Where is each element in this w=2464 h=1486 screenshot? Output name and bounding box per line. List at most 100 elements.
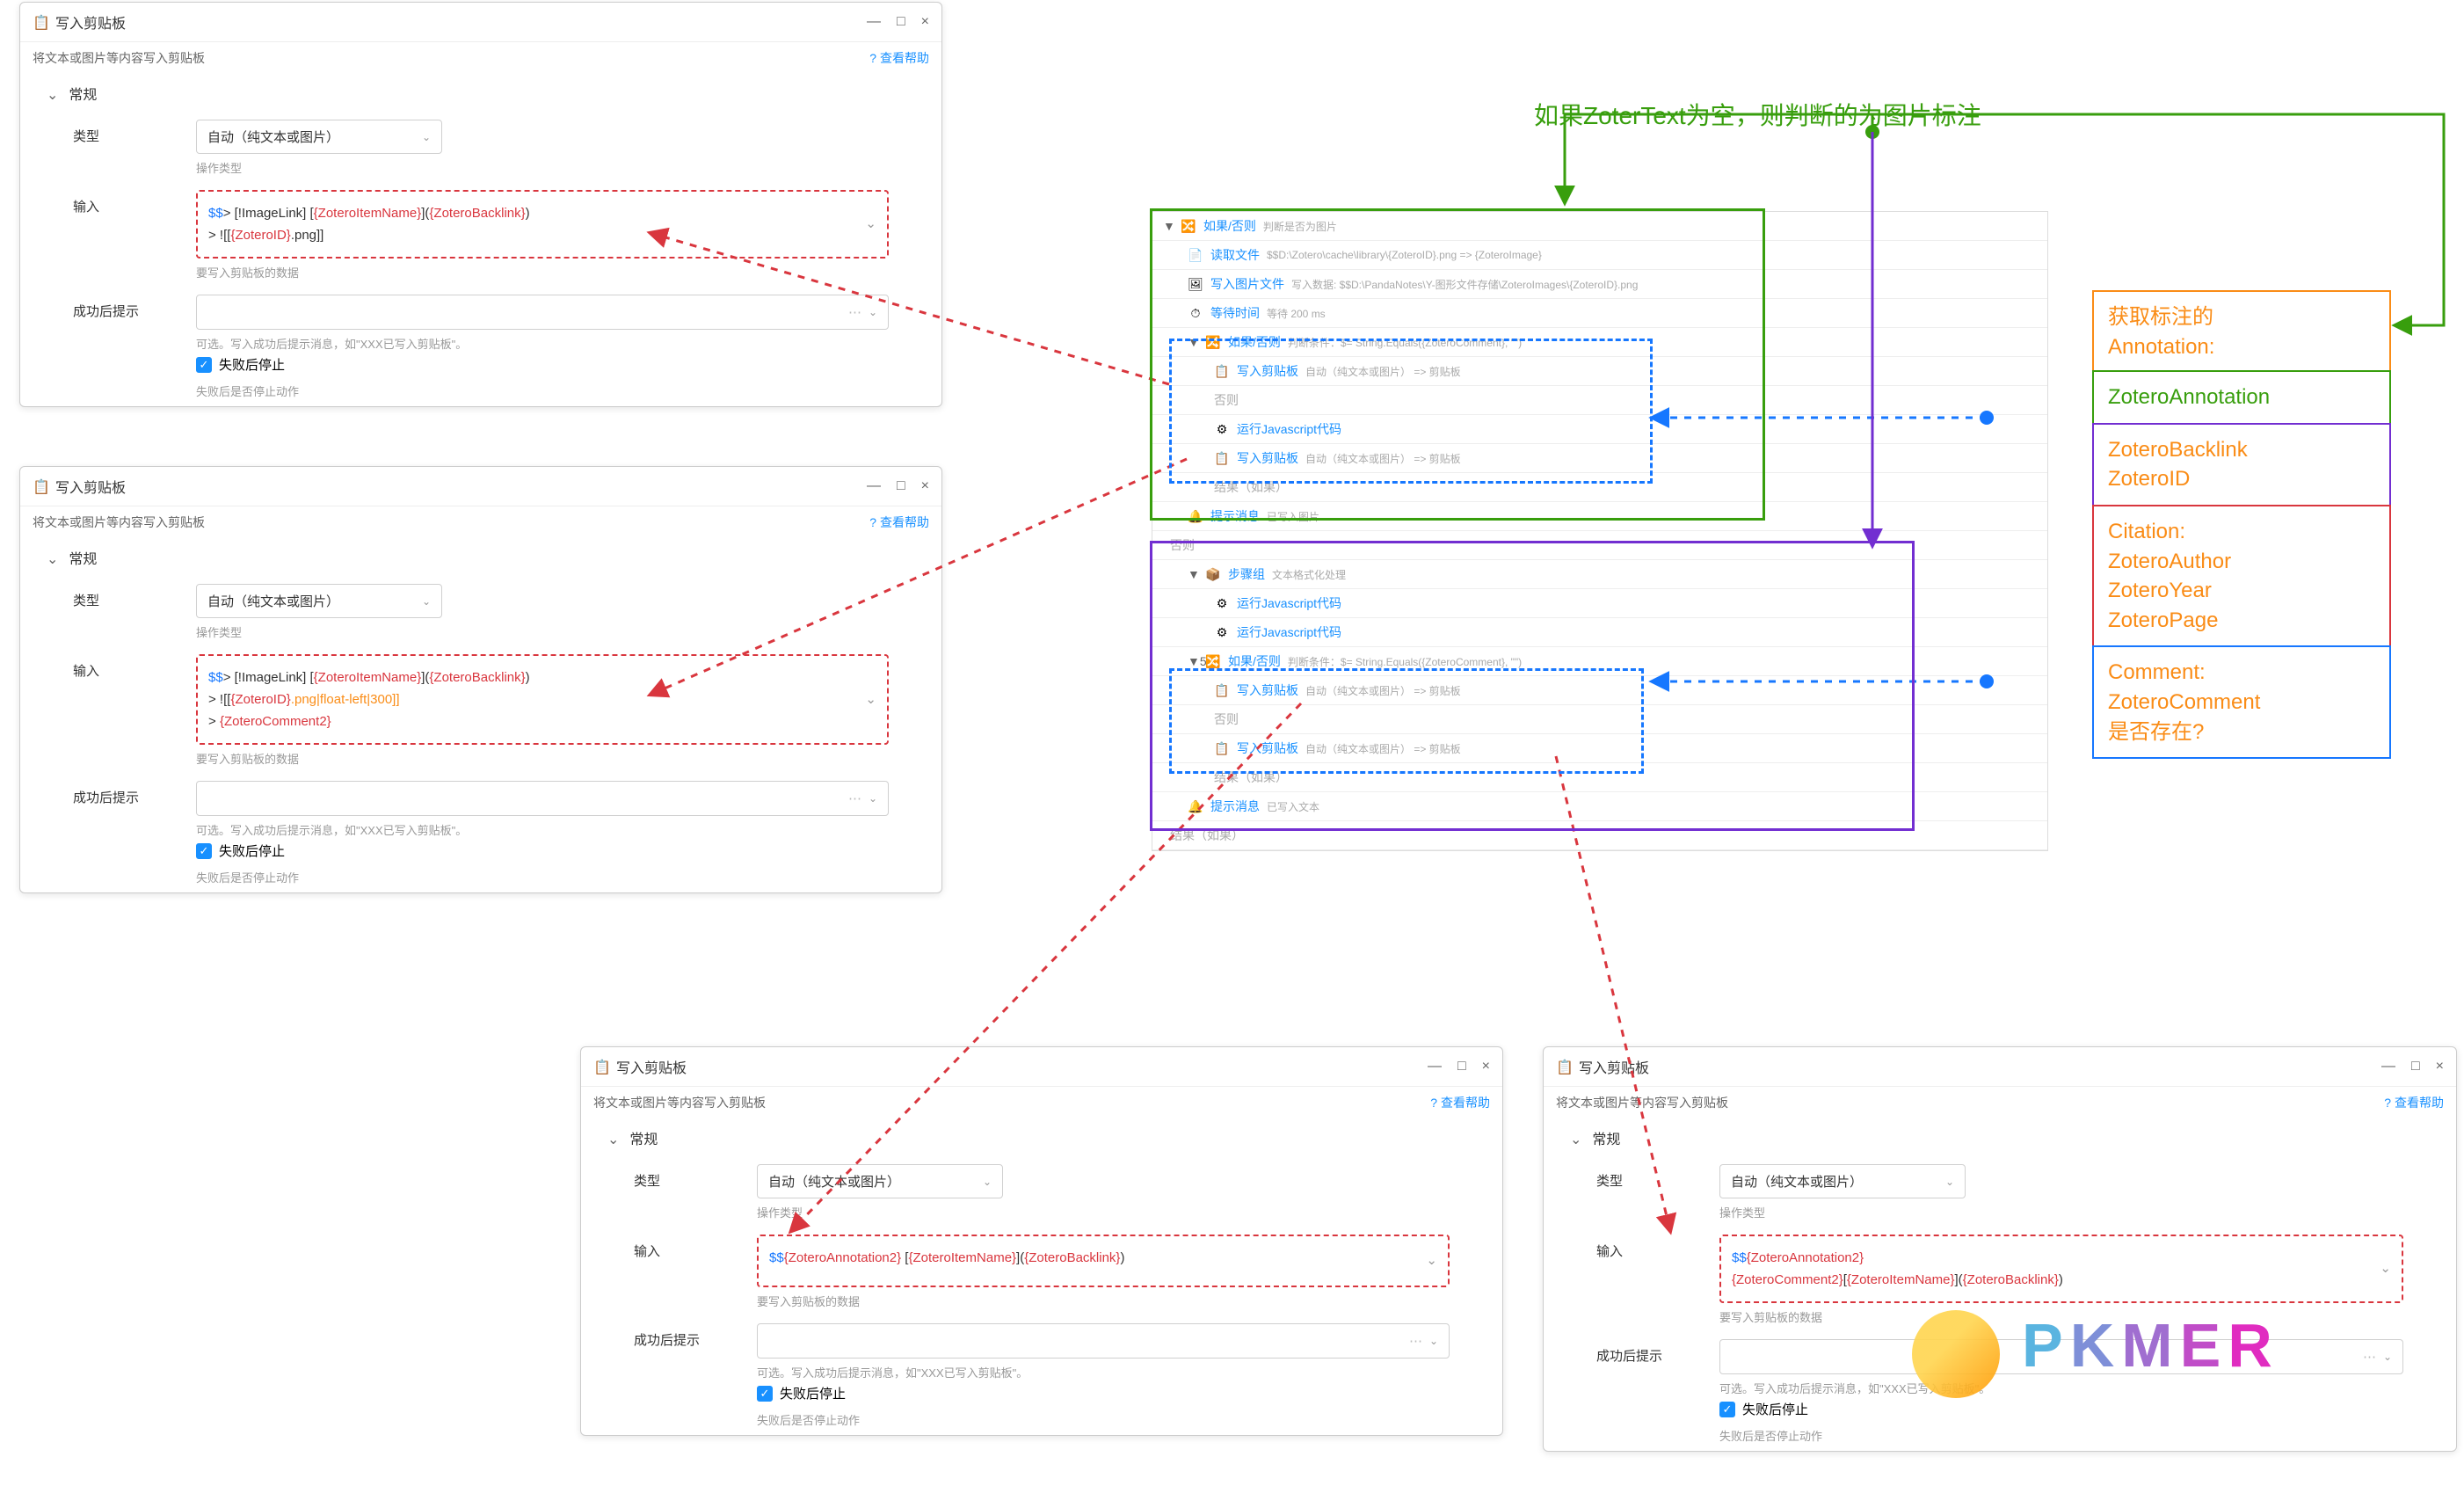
branch-icon: 🔀 (1205, 653, 1221, 669)
action-show-msg[interactable]: 🔔提示消息已写入图片 (1152, 502, 2047, 531)
branch-icon: 🔀 (1205, 334, 1221, 350)
clipboard-icon: 📋 (33, 14, 48, 30)
maximize-button[interactable]: □ (2411, 1059, 2420, 1074)
clipboard-icon: 📋 (1214, 450, 1230, 466)
action-write-clipboard[interactable]: 📋写入剪贴板自动（纯文本或图片） => 剪贴板 (1152, 676, 2047, 705)
success-hint: 可选。写入成功后提示消息，如"XXX已写入剪贴板"。 (196, 330, 889, 352)
dialog-subtitle: 将文本或图片等内容写入剪贴板 (33, 49, 205, 67)
clock-icon: ⏱ (1188, 305, 1203, 321)
dialog-title: 写入剪贴板 (55, 11, 867, 33)
success-input[interactable]: ⋯⌄ (196, 781, 889, 816)
action-run-js[interactable]: ⚙运行Javascript代码 (1152, 589, 2047, 618)
bell-icon: 🔔 (1188, 508, 1203, 524)
action-write-clipboard[interactable]: 📋写入剪贴板自动（纯文本或图片） => 剪贴板 (1152, 734, 2047, 763)
file-icon: 📄 (1188, 247, 1203, 263)
maximize-button[interactable]: □ (1457, 1059, 1466, 1074)
action-flow-list: ▼🔀如果/否则判断是否为图片 📄读取文件$$D:\Zotero\cache\li… (1152, 211, 2048, 851)
action-wait[interactable]: ⏱等待时间等待 200 ms (1152, 299, 2047, 328)
action-write-clipboard[interactable]: 📋写入剪贴板自动（纯文本或图片） => 剪贴板 (1152, 444, 2047, 473)
action-if-else-2[interactable]: ▼🔀如果/否则判断条件：$= String.Equals({ZoteroComm… (1152, 328, 2047, 357)
js-icon: ⚙ (1214, 624, 1230, 640)
action-show-msg[interactable]: 🔔提示消息已写入文本 (1152, 792, 2047, 821)
minimize-button[interactable]: — (1428, 1059, 1442, 1074)
label-image-annotation: 如果ZoterText为空，则判断的为图片标注 (1534, 97, 1981, 132)
help-link[interactable]: ?查看帮助 (1430, 1094, 1490, 1111)
type-select[interactable]: 自动（纯文本或图片）⌄ (196, 120, 442, 154)
anno-orange: 获取标注的Annotation: (2092, 290, 2391, 372)
action-read-file[interactable]: 📄读取文件$$D:\Zotero\cache\library\{ZoteroID… (1152, 241, 2047, 270)
success-label: 成功后提示 (73, 295, 196, 320)
maximize-button[interactable]: □ (897, 14, 905, 30)
action-step-group[interactable]: ▼📦步骤组文本格式化处理 (1152, 560, 2047, 589)
help-link[interactable]: ?查看帮助 (2384, 1094, 2444, 1111)
fail-stop-checkbox[interactable]: ✓ (196, 843, 212, 859)
dialog-write-clipboard-3: 📋写入剪贴板—□× 将文本或图片等内容写入剪贴板?查看帮助 ⌄常规 类型自动（纯… (580, 1046, 1503, 1436)
action-else[interactable]: 否则 (1152, 386, 2047, 415)
section-header[interactable]: ⌄常规 (20, 538, 941, 577)
type-select[interactable]: 自动（纯文本或图片）⌄ (196, 584, 442, 618)
clipboard-icon: 📋 (1214, 363, 1230, 379)
action-run-js[interactable]: ⚙运行Javascript代码 (1152, 618, 2047, 647)
input-code-box[interactable]: $${ZoteroAnnotation2} {ZoteroComment2}[{… (1719, 1235, 2403, 1303)
dialog-title: 写入剪贴板 (55, 476, 867, 497)
clipboard-icon: 📋 (593, 1059, 609, 1074)
anno-green: ZoteroAnnotation (2092, 370, 2391, 425)
type-select[interactable]: 自动（纯文本或图片）⌄ (757, 1164, 1003, 1198)
anno-blue: Comment:ZoteroComment是否存在? (2092, 645, 2391, 759)
fail-stop-checkbox[interactable]: ✓ (1719, 1402, 1735, 1417)
minimize-button[interactable]: — (2381, 1059, 2395, 1074)
close-button[interactable]: × (921, 478, 929, 494)
action-if-else-3[interactable]: ▼591🔀如果/否则判断条件：$= String.Equals({ZoteroC… (1152, 647, 2047, 676)
dialog-title: 写入剪贴板 (616, 1056, 1428, 1077)
type-label: 类型 (73, 120, 196, 145)
input-code-box[interactable]: $$> [!ImageLink] [{ZoteroItemName}]({Zot… (196, 190, 889, 259)
help-link[interactable]: ?查看帮助 (869, 514, 929, 531)
maximize-button[interactable]: □ (897, 478, 905, 494)
input-note: 要写入剪贴板的数据 (196, 259, 889, 280)
type-label: 类型 (73, 584, 196, 609)
input-label: 输入 (73, 190, 196, 215)
success-input[interactable]: ⋯⌄ (196, 295, 889, 330)
annotation-legend: 获取标注的Annotation: ZoteroAnnotation Zotero… (2092, 290, 2391, 757)
anno-purple: ZoteroBacklinkZoteroID (2092, 423, 2391, 506)
section-header[interactable]: ⌄常规 (581, 1118, 1502, 1157)
dialog-subtitle: 将文本或图片等内容写入剪贴板 (33, 514, 205, 531)
bell-icon: 🔔 (1188, 798, 1203, 814)
pkmer-watermark: PKMER (2022, 1310, 2279, 1380)
dialog-write-clipboard-2: 📋 写入剪贴板 — □ × 将文本或图片等内容写入剪贴板 ?查看帮助 ⌄常规 类型自动（… (19, 466, 942, 893)
minimize-button[interactable]: — (867, 478, 881, 494)
minimize-button[interactable]: — (867, 14, 881, 30)
fail-stop-checkbox[interactable]: ✓ (196, 357, 212, 373)
close-button[interactable]: × (921, 14, 929, 30)
clipboard-icon: 📋 (1214, 740, 1230, 756)
dialog-header: 📋 写入剪贴板 — □ × (20, 3, 941, 42)
pkmer-logo-circle (1912, 1310, 2000, 1398)
clipboard-icon: 📋 (33, 478, 48, 494)
input-code-box[interactable]: $$> [!ImageLink] [{ZoteroItemName}]({Zot… (196, 654, 889, 745)
action-write-image[interactable]: 🖼写入图片文件写入数据: $$D:\PandaNotes\Y-图形文件存储\Zo… (1152, 270, 2047, 299)
action-else-outer[interactable]: 否则 (1152, 531, 2047, 560)
input-code-box[interactable]: $${ZoteroAnnotation2} [{ZoteroItemName}]… (757, 1235, 1450, 1287)
dialog-write-clipboard-1: 📋 写入剪贴板 — □ × 将文本或图片等内容写入剪贴板 ?查看帮助 ⌄常规 类… (19, 2, 942, 407)
close-button[interactable]: × (2436, 1059, 2444, 1074)
anno-red: Citation:ZoteroAuthorZoteroYearZoteroPag… (2092, 505, 2391, 647)
js-icon: ⚙ (1214, 421, 1230, 437)
type-select[interactable]: 自动（纯文本或图片）⌄ (1719, 1164, 1966, 1198)
success-input[interactable]: ⋯⌄ (757, 1323, 1450, 1359)
section-header[interactable]: ⌄常规 (1544, 1118, 2456, 1157)
fail-stop-label: 失败后停止 (219, 355, 285, 374)
input-label: 输入 (73, 654, 196, 680)
action-write-clipboard[interactable]: 📋写入剪贴板自动（纯文本或图片） => 剪贴板 (1152, 357, 2047, 386)
action-if-else[interactable]: ▼🔀如果/否则判断是否为图片 (1152, 212, 2047, 241)
dialog-write-clipboard-4: 📋写入剪贴板—□× 将文本或图片等内容写入剪贴板?查看帮助 ⌄常规 类型自动（纯… (1543, 1046, 2457, 1452)
close-button[interactable]: × (1482, 1059, 1490, 1074)
group-icon: 📦 (1205, 566, 1221, 582)
action-run-js[interactable]: ⚙运行Javascript代码 (1152, 415, 2047, 444)
section-header[interactable]: ⌄常规 (20, 74, 941, 113)
fail-stop-checkbox[interactable]: ✓ (757, 1386, 773, 1402)
action-result-if: 结果（如果） (1152, 763, 2047, 792)
action-else[interactable]: 否则 (1152, 705, 2047, 734)
help-link[interactable]: ?查看帮助 (869, 49, 929, 67)
action-result-if-outer: 结果（如果） (1152, 821, 2047, 850)
branch-icon: 🔀 (1181, 218, 1196, 234)
